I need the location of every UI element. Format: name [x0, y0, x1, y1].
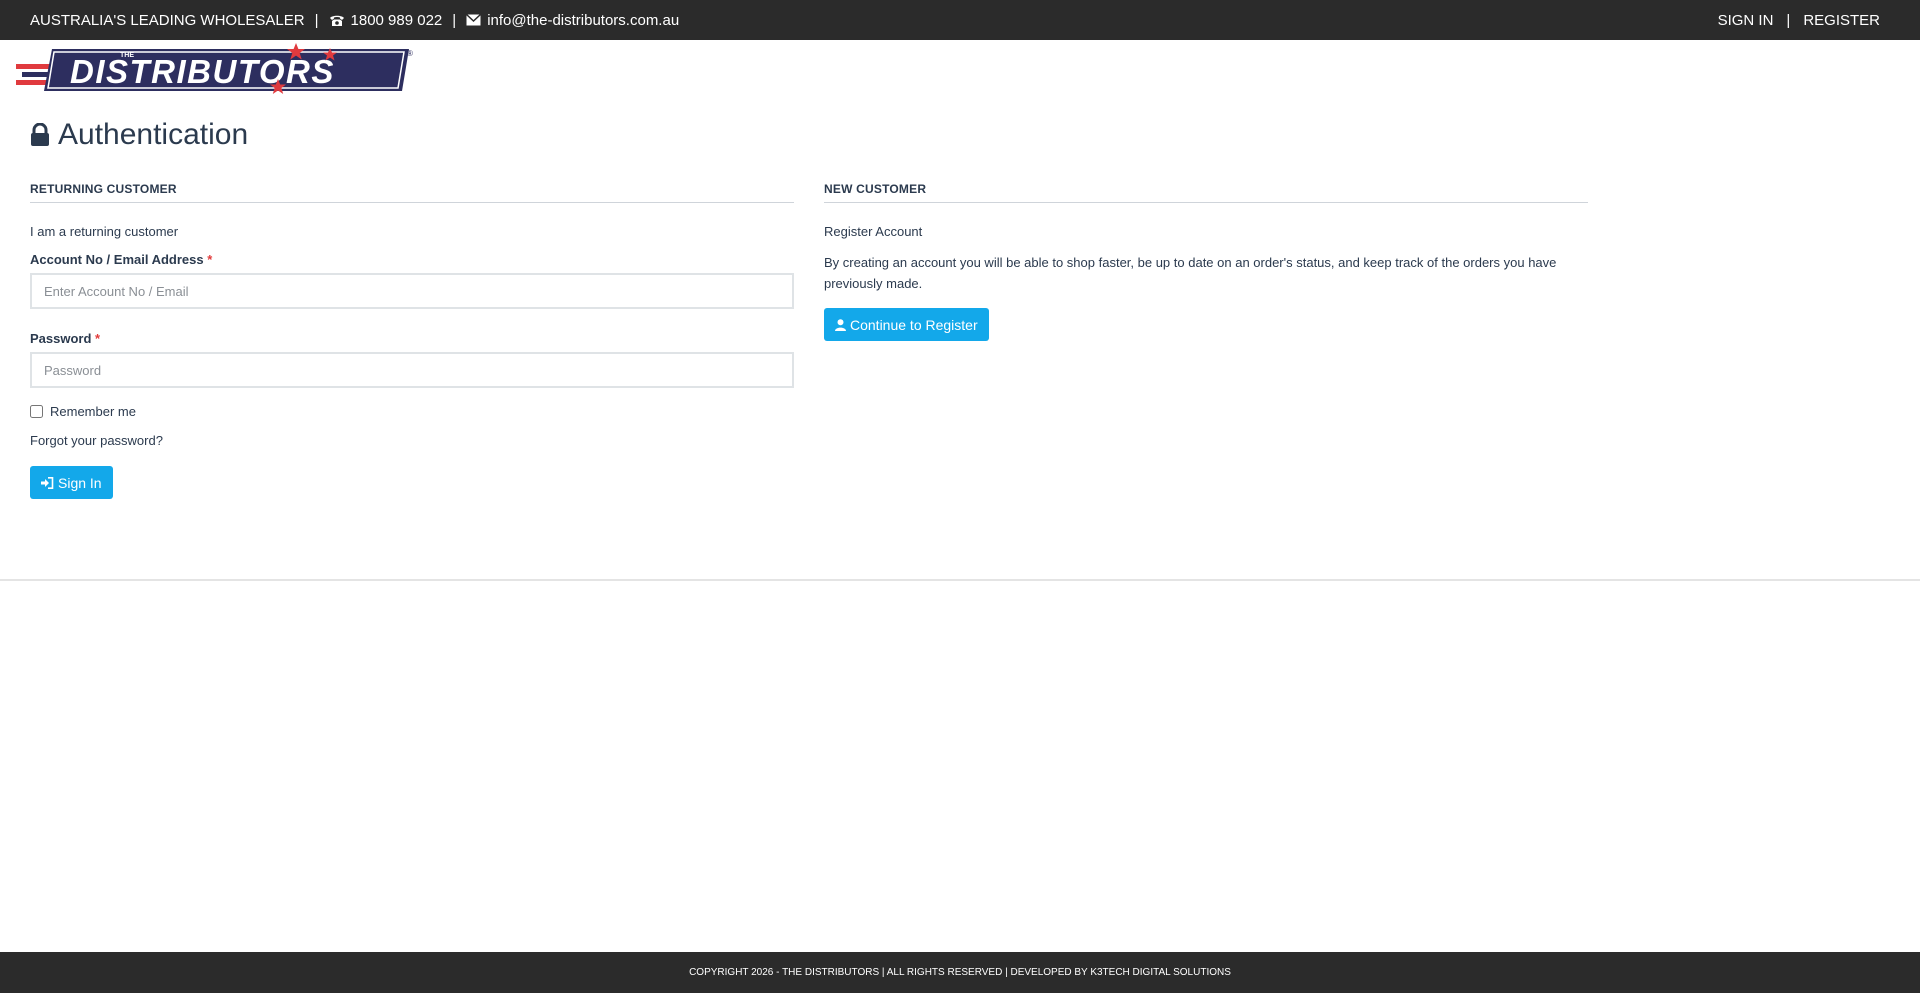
- account-label: Account No / Email Address *: [30, 252, 794, 267]
- continue-to-register-button[interactable]: Continue to Register: [824, 308, 989, 341]
- sign-in-button[interactable]: Sign In: [30, 466, 113, 499]
- sign-in-button-label: Sign In: [58, 474, 102, 491]
- top-bar-contact: AUSTRALIA'S LEADING WHOLESALER | 1800 98…: [30, 0, 679, 40]
- register-account-subheading: Register Account: [824, 224, 923, 239]
- logo-main-text: DISTRIBUTORS: [70, 53, 335, 90]
- continue-to-register-label: Continue to Register: [850, 316, 978, 333]
- page-title: Authentication: [30, 118, 248, 152]
- copyright-text: COPYRIGHT 2026 - THE DISTRIBUTORS | ALL …: [689, 967, 1231, 978]
- new-customer-panel: NEW CUSTOMER Register Account By creatin…: [824, 182, 1588, 341]
- remember-me-label: Remember me: [50, 404, 136, 419]
- register-link[interactable]: REGISTER: [1803, 12, 1880, 29]
- account-email-input[interactable]: [30, 273, 794, 309]
- top-bar: AUSTRALIA'S LEADING WHOLESALER | 1800 98…: [0, 0, 1920, 40]
- password-input[interactable]: [30, 352, 794, 388]
- lock-icon: [30, 123, 50, 147]
- tagline: AUSTRALIA'S LEADING WHOLESALER: [30, 11, 305, 29]
- required-mark: *: [207, 252, 213, 267]
- remember-me[interactable]: Remember me: [30, 404, 794, 419]
- page-title-text: Authentication: [58, 118, 249, 151]
- register-description: By creating an account you will be able …: [824, 255, 1557, 291]
- separator: |: [1786, 11, 1791, 29]
- sign-in-icon: [41, 476, 54, 489]
- forgot-password-link[interactable]: Forgot your password?: [30, 433, 163, 448]
- content-divider: [0, 579, 1920, 581]
- returning-customer-intro: I am a returning customer: [30, 224, 179, 239]
- separator: |: [314, 11, 319, 29]
- footer: COPYRIGHT 2026 - THE DISTRIBUTORS | ALL …: [0, 952, 1920, 993]
- phone-number[interactable]: 1800 989 022: [351, 12, 443, 29]
- remember-me-checkbox[interactable]: [30, 405, 43, 418]
- returning-customer-panel: RETURNING CUSTOMER I am a returning cust…: [30, 182, 794, 499]
- separator: |: [452, 11, 457, 29]
- user-icon: [835, 318, 846, 331]
- envelope-icon: [466, 14, 482, 26]
- phone-icon: [329, 14, 345, 27]
- new-customer-heading: NEW CUSTOMER: [824, 182, 1588, 203]
- required-mark: *: [95, 331, 101, 346]
- site-logo[interactable]: THE DISTRIBUTORS ®: [16, 41, 416, 99]
- registered-mark: ®: [407, 49, 413, 58]
- returning-customer-heading: RETURNING CUSTOMER: [30, 182, 794, 203]
- top-bar-account: SIGN IN | REGISTER: [1718, 0, 1880, 40]
- email-link[interactable]: info@the-distributors.com.au: [487, 12, 679, 29]
- password-label-text: Password: [30, 331, 92, 346]
- sign-in-link[interactable]: SIGN IN: [1718, 12, 1774, 29]
- account-label-text: Account No / Email Address: [30, 252, 204, 267]
- password-label: Password *: [30, 331, 794, 346]
